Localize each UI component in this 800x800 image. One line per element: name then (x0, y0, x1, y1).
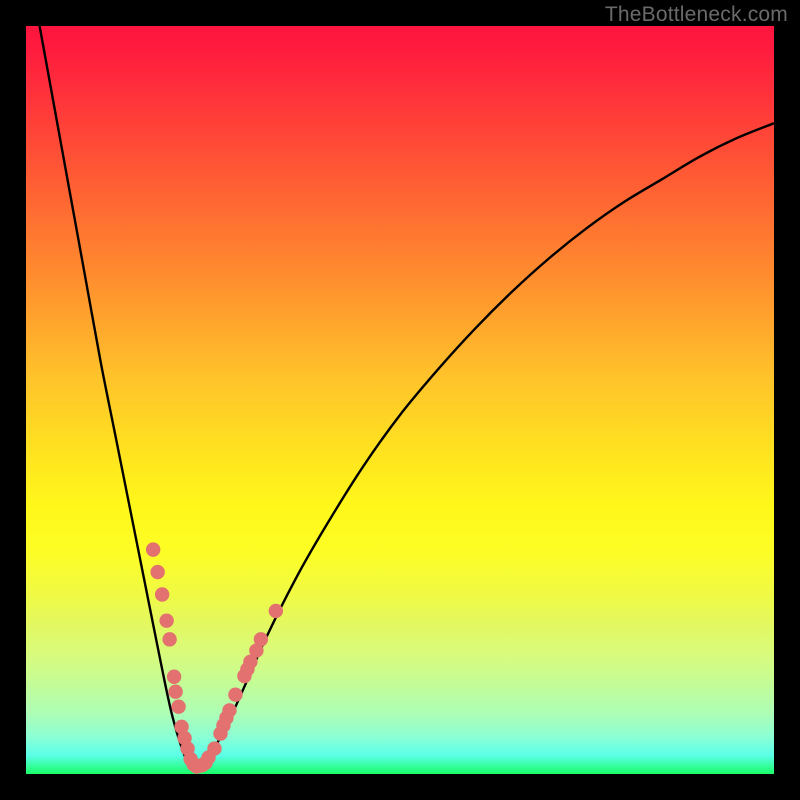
data-point (146, 542, 160, 556)
data-point (162, 632, 176, 646)
data-point (171, 699, 185, 713)
watermark-text: TheBottleneck.com (605, 3, 788, 27)
data-point (150, 565, 164, 579)
data-point (222, 703, 236, 717)
chart-frame: TheBottleneck.com (0, 0, 800, 800)
data-point (168, 685, 182, 699)
plot-area (26, 26, 774, 774)
data-point (228, 688, 242, 702)
data-point (167, 670, 181, 684)
data-point (155, 587, 169, 601)
highlighted-points (146, 542, 283, 773)
data-point (254, 632, 268, 646)
data-point (207, 741, 221, 755)
data-point (159, 613, 173, 627)
chart-svg (26, 26, 774, 774)
bottleneck-curve (26, 0, 774, 770)
data-point (269, 604, 283, 618)
